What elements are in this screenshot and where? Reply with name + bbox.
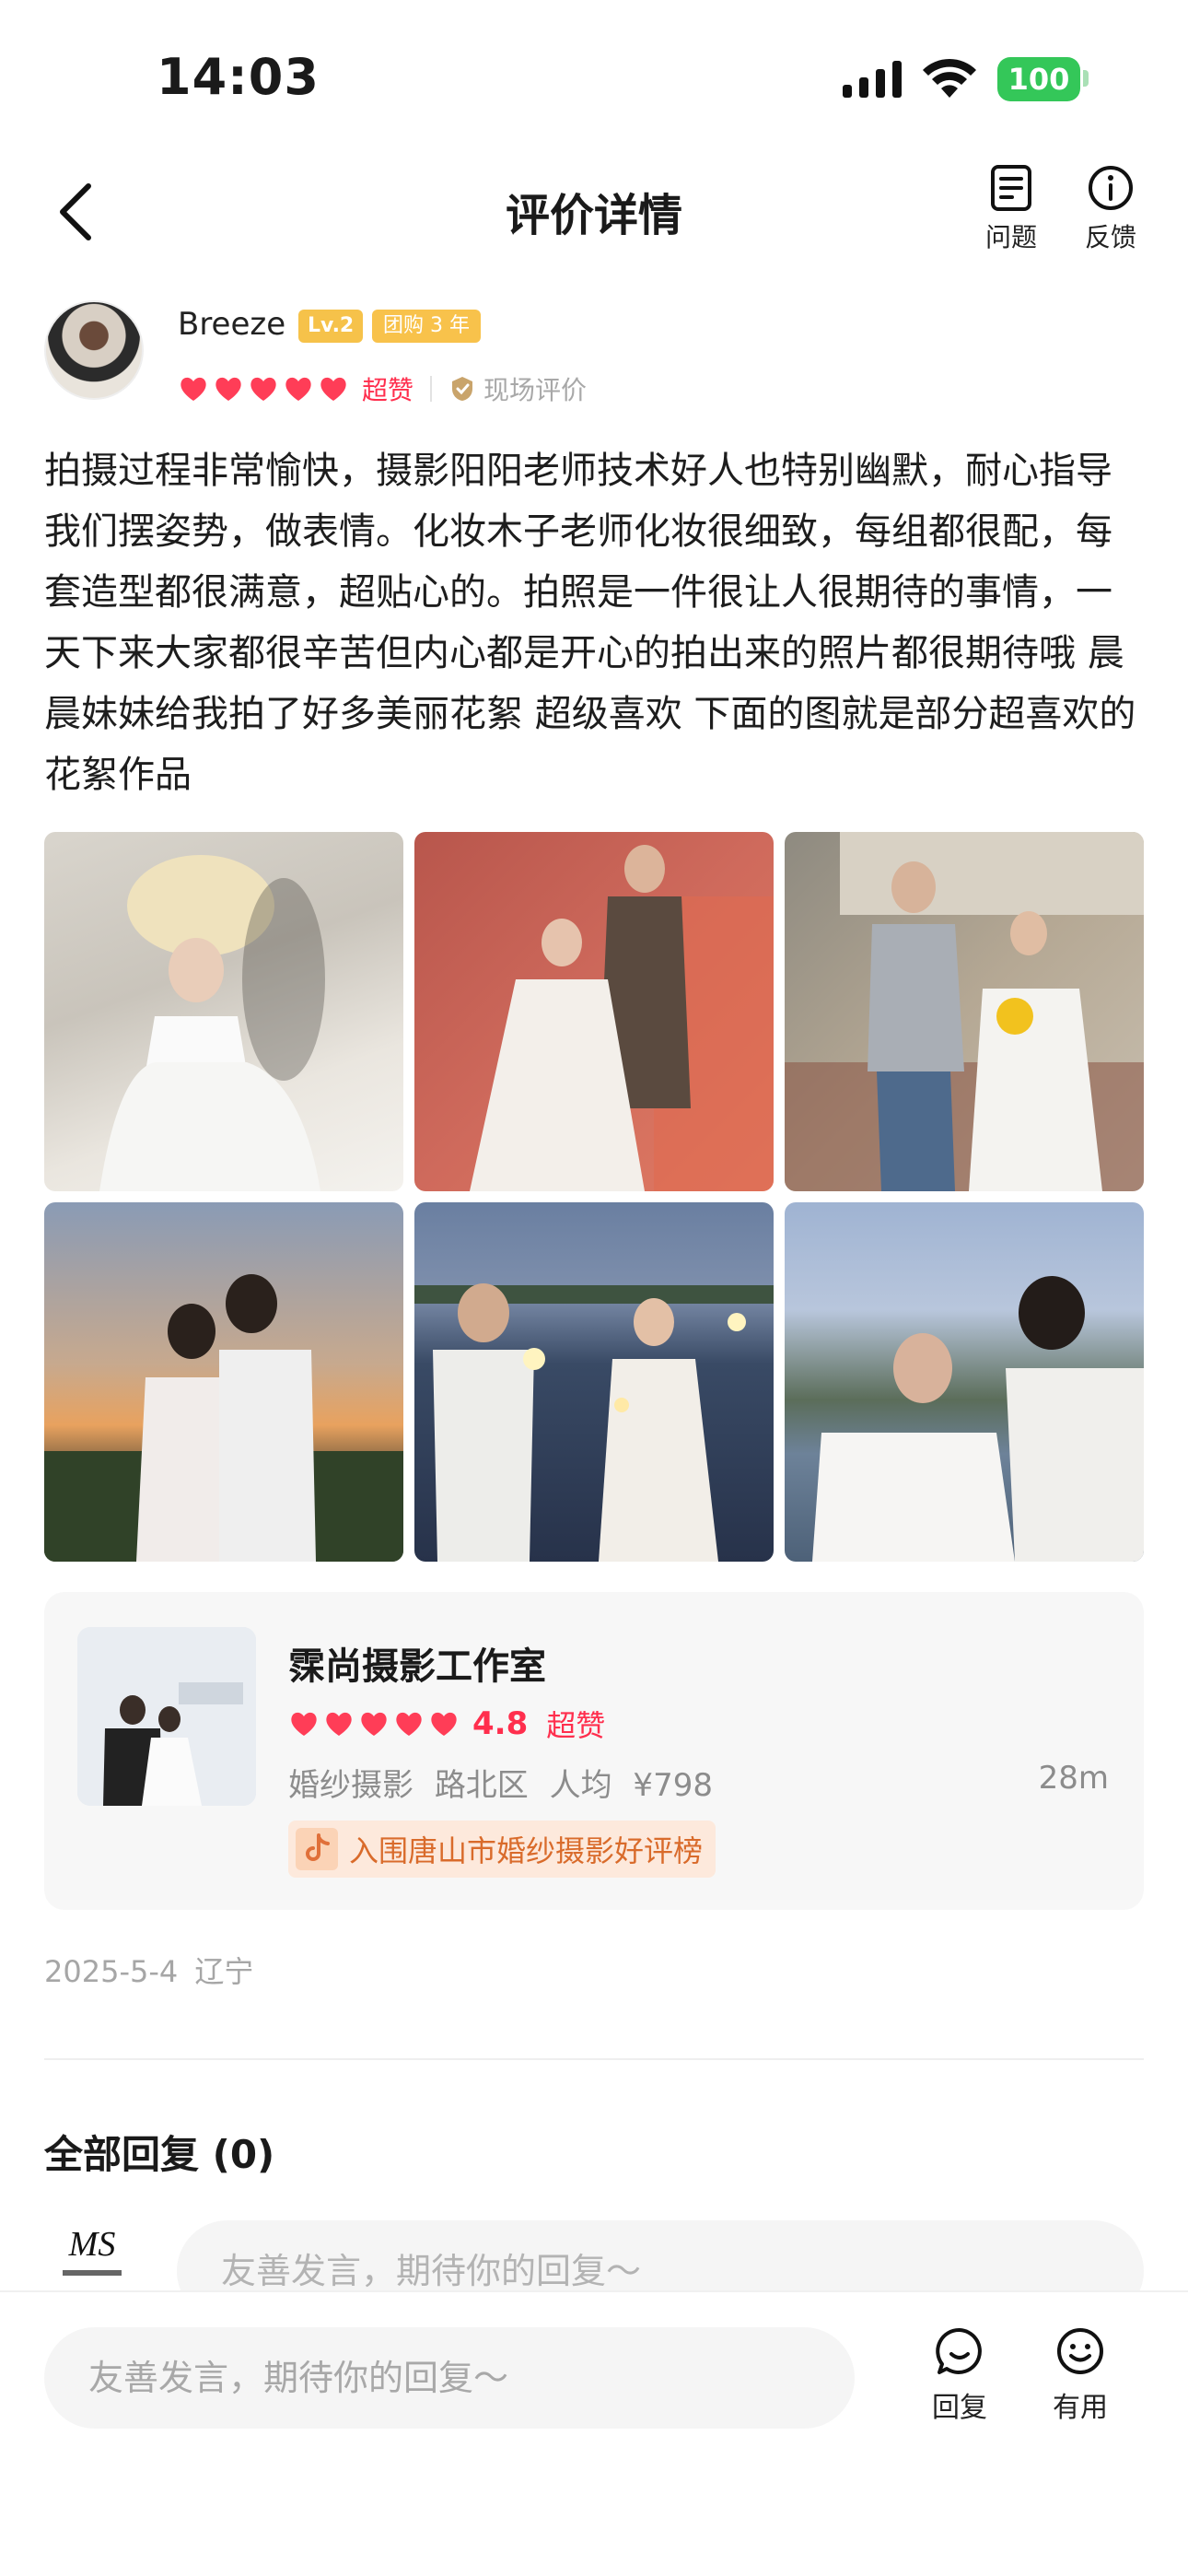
heart-icon	[361, 1712, 387, 1736]
shop-meta: 婚纱摄影 路北区 人均 ¥798	[288, 1760, 713, 1805]
heart-icon	[250, 377, 276, 401]
review-location: 辽宁	[194, 1954, 254, 1989]
feedback-button[interactable]: 反馈	[1069, 164, 1152, 254]
smile-icon	[1057, 2328, 1103, 2374]
shop-category: 婚纱摄影	[288, 1767, 413, 1804]
shop-thumbnail	[77, 1627, 256, 1806]
review-type: 现场评价	[483, 375, 588, 405]
replies-title: 全部回复 (0)	[44, 2132, 275, 2177]
useful-button[interactable]: 有用	[1034, 2325, 1126, 2425]
douyin-icon	[296, 1828, 338, 1870]
feedback-label: 反馈	[1084, 222, 1136, 252]
photo-couple-sparklers	[414, 1283, 774, 1562]
rating-separator	[430, 376, 433, 402]
shop-avg-price: 人均 ¥798	[549, 1767, 713, 1804]
shop-thumbnail-image	[77, 1627, 256, 1806]
question-label: 问题	[984, 222, 1037, 252]
review-date: 2025-5-4	[44, 1954, 179, 1989]
battery-cap	[1083, 70, 1089, 87]
shop-rank-text: 入围唐山市婚纱摄影好评榜	[349, 1833, 704, 1868]
heart-icon	[320, 377, 346, 401]
review-photo[interactable]	[785, 832, 1144, 1191]
shop-rank-badge[interactable]: 入围唐山市婚纱摄影好评榜	[288, 1821, 716, 1878]
wifi-icon	[923, 58, 976, 98]
info-icon	[1089, 166, 1133, 210]
heart-icon	[285, 377, 311, 401]
review-meta: 2025-5-4 辽宁	[44, 1949, 253, 1991]
document-icon	[991, 165, 1031, 211]
author-rating: 超赞 现场评价	[178, 370, 587, 407]
group-buy-years-badge: 团购 3 年	[372, 310, 481, 343]
status-time: 14:03	[157, 48, 320, 106]
photo-couple-sunset	[44, 1274, 403, 1562]
verified-badge-icon	[452, 377, 473, 401]
shop-logo-icon: MS	[63, 2225, 122, 2276]
question-button[interactable]: 问题	[970, 164, 1053, 254]
photo-couple-red-wall	[470, 845, 774, 1191]
heart-icon	[326, 1712, 352, 1736]
author-name[interactable]: Breeze	[178, 306, 285, 343]
heart-icon	[291, 1712, 317, 1736]
review-photo-grid	[44, 832, 1144, 1562]
heart-icon	[181, 377, 206, 401]
shop-district: 路北区	[434, 1767, 529, 1804]
level-badge: Lv.2	[298, 310, 364, 343]
shop-score: 4.8	[472, 1705, 529, 1742]
reply-button[interactable]: 回复	[914, 2325, 1006, 2425]
battery-indicator: 100	[997, 57, 1080, 101]
photo-couple-lake	[812, 1276, 1144, 1562]
author-avatar[interactable]	[44, 300, 144, 400]
review-content: 拍摄过程非常愉快，摄影阳阳老师技术好人也特别幽默，耐心指导我们摆姿势，做表情。化…	[44, 450, 1136, 796]
review-photo[interactable]	[414, 1202, 774, 1562]
shop-name: 霂尚摄影工作室	[288, 1645, 546, 1688]
shop-distance: 28m	[1038, 1760, 1109, 1797]
heart-icon	[396, 1712, 422, 1736]
review-photo[interactable]	[785, 1202, 1144, 1562]
reply-input[interactable]: 友善发言，期待你的回复～	[44, 2327, 855, 2429]
reply-label: 回复	[932, 2392, 987, 2424]
section-divider	[44, 2058, 1144, 2060]
photo-couple-wall	[785, 832, 1144, 1191]
nav-bar: 评价详情 问题 反馈	[0, 157, 1188, 267]
bottom-bar: 友善发言，期待你的回复～ 回复 有用	[0, 2290, 1188, 2576]
shop-rating: 4.8 超赞	[288, 1701, 605, 1747]
shop-card[interactable]: 霂尚摄影工作室 4.8 超赞 婚纱摄影 路北区 人均 ¥798 28m 入围唐山…	[44, 1592, 1144, 1910]
useful-label: 有用	[1053, 2392, 1108, 2424]
status-bar: 14:03 100	[0, 0, 1188, 157]
author-rating-word: 超赞	[362, 375, 414, 405]
review-author: Breeze Lv.2 团购 3 年 超赞 现场评价	[44, 300, 1149, 411]
review-photo[interactable]	[44, 832, 403, 1191]
cellular-signal-icon	[843, 61, 902, 98]
heart-icon	[215, 377, 241, 401]
svg-text:MS: MS	[68, 2225, 116, 2264]
review-photo[interactable]	[414, 832, 774, 1191]
photo-bride-hat	[99, 855, 325, 1191]
comment-icon	[936, 2327, 982, 2374]
shop-rating-word: 超赞	[546, 1708, 606, 1743]
review-photo[interactable]	[44, 1202, 403, 1562]
review-detail-page: 14:03 100 评价详情 问题 反馈 Breeze Lv.2 团购 3 年 …	[0, 0, 1188, 2576]
heart-icon	[431, 1712, 457, 1736]
